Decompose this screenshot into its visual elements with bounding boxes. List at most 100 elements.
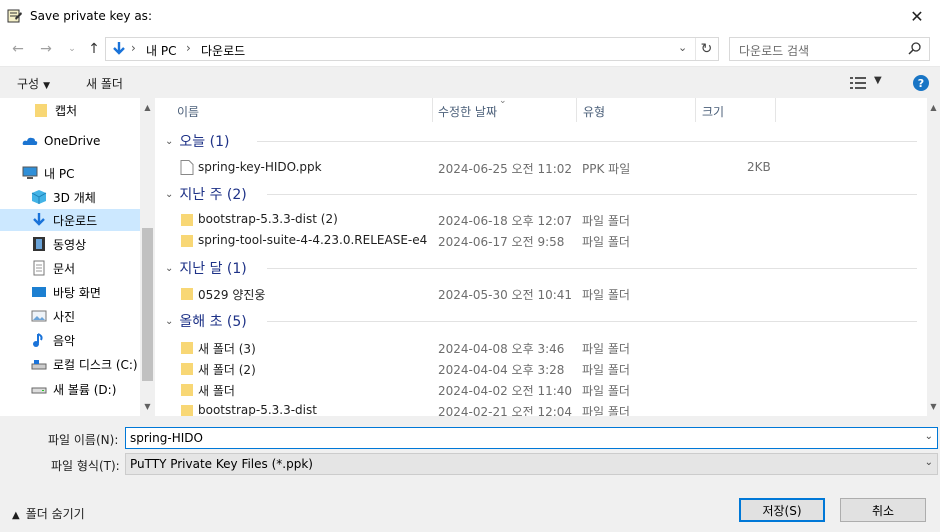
file-date: 2024-06-18 오후 12:07 [438,214,573,228]
recent-locations-button[interactable]: ⌄ [62,39,82,59]
sidebar-item-volume-d[interactable]: 새 볼륨 (D:) [0,378,140,400]
column-header-date[interactable]: 수정한 날짜 [438,98,497,122]
file-type: 파일 폴더 [582,384,630,398]
close-button[interactable]: ✕ [894,0,940,32]
group-divider [267,321,917,322]
cancel-button[interactable]: 취소 [840,498,926,522]
search-box[interactable]: 다운로드 검색 [729,37,930,61]
filename-value: spring-HIDO [130,431,203,445]
drive-icon [31,360,47,370]
group-header-last-month[interactable]: ⌄ 지난 달 (1) [165,257,247,279]
list-item[interactable]: 새 폴더 (3) 2024-04-08 오후 3:46 파일 폴더 [177,337,917,358]
forward-button[interactable]: → [36,39,56,59]
chevron-up-icon: ▲ [12,510,20,521]
breadcrumb-separator-icon: › [186,41,191,55]
title-bar: Save private key as: ✕ [0,0,940,32]
scroll-up-icon[interactable]: ▲ [928,103,939,112]
window-title: Save private key as: [30,9,152,23]
sidebar-item-label: 캡처 [55,103,78,118]
search-icon [908,42,921,55]
sidebar-item-local-disk-c[interactable]: 로컬 디스크 (C:) [0,353,140,375]
scroll-up-icon[interactable]: ▲ [142,103,153,112]
sidebar-item-label: 바탕 화면 [53,285,101,300]
file-date: 2024-04-04 오후 3:28 [438,363,565,377]
sidebar-item-music[interactable]: 음악 [0,329,140,351]
address-dropdown-icon[interactable]: ⌄ [678,41,692,54]
scroll-down-icon[interactable]: ▼ [142,402,153,411]
filetype-select[interactable]: PuTTY Private Key Files (*.ppk) ⌄ [125,453,938,475]
column-header-type[interactable]: 유형 [583,98,605,122]
file-icon [180,160,194,175]
file-date: 2024-05-30 오전 10:41 [438,288,573,302]
view-options-icon[interactable] [850,76,866,90]
sidebar-scrollbar[interactable]: ▲ ▼ [140,98,155,416]
sidebar-scroll-thumb[interactable] [142,228,153,381]
list-item[interactable]: spring-key-HIDO.ppk 2024-06-25 오전 11:02 … [177,157,917,178]
column-divider[interactable] [775,98,776,122]
breadcrumb-downloads[interactable]: 다운로드 [201,42,245,59]
column-divider[interactable] [576,98,577,122]
music-icon [33,333,43,347]
file-type: 파일 폴더 [582,363,630,377]
hide-folders-button[interactable]: ▲ 폴더 숨기기 [12,505,85,522]
sidebar-item-videos[interactable]: 동영상 [0,233,140,255]
list-item[interactable]: bootstrap-5.3.3-dist 2024-02-21 오전 12:04… [177,400,917,416]
sidebar-item-desktop[interactable]: 바탕 화면 [0,281,140,303]
new-folder-button[interactable]: 새 폴더 [86,75,123,92]
sidebar-item-onedrive[interactable]: OneDrive [0,130,140,152]
organize-button[interactable]: 구성 ▼ [17,75,50,92]
refresh-button[interactable]: ↻ [695,38,717,60]
sidebar-item-captures[interactable]: 캡처 [0,99,140,121]
file-name: 새 폴더 (3) [198,342,256,356]
sidebar-item-label: 동영상 [53,237,87,252]
file-date: 2024-02-21 오전 12:04 [438,405,573,416]
column-header-name[interactable]: 이름 [177,98,199,122]
help-icon[interactable]: ? [913,75,929,91]
scroll-down-icon[interactable]: ▼ [928,402,939,411]
list-item[interactable]: 0529 양진웅 2024-05-30 오전 10:41 파일 폴더 [177,283,917,304]
sidebar-item-pictures[interactable]: 사진 [0,305,140,327]
sidebar-item-documents[interactable]: 문서 [0,257,140,279]
filename-label: 파일 이름(N): [48,433,119,447]
save-button[interactable]: 저장(S) [739,498,825,522]
sidebar-item-3d-objects[interactable]: 3D 개체 [0,186,140,208]
list-item[interactable]: 새 폴더 (2) 2024-04-04 오후 3:28 파일 폴더 [177,358,917,379]
drive-icon [31,387,47,394]
group-header-last-week[interactable]: ⌄ 지난 주 (2) [165,183,247,205]
sidebar-item-my-pc[interactable]: 내 PC [0,162,140,184]
view-dropdown-icon[interactable]: ▼ [874,75,882,86]
chevron-down-icon[interactable]: ⌄ [925,431,933,442]
sidebar-item-label: 내 PC [44,166,75,181]
file-name: bootstrap-5.3.3-dist [198,403,317,416]
column-header-size[interactable]: 크기 [702,98,724,122]
sidebar-item-label: 새 볼륨 (D:) [53,382,117,397]
cube-icon [31,190,47,204]
group-header-today[interactable]: ⌄ 오늘 (1) [165,130,229,152]
column-divider[interactable] [432,98,433,122]
folder-icon [181,363,193,375]
address-bar[interactable]: › 내 PC › 다운로드 ⌄ ↻ [105,37,719,61]
up-button[interactable]: ↑ [84,39,104,59]
organize-label: 구성 [17,77,40,91]
group-label: 지난 달 (1) [179,261,247,277]
list-item[interactable]: bootstrap-5.3.3-dist (2) 2024-06-18 오후 1… [177,209,917,230]
file-type: PPK 파일 [582,162,631,176]
group-label: 지난 주 (2) [179,187,247,203]
file-list-scrollbar[interactable]: ▲ ▼ [927,98,940,416]
file-date: 2024-04-08 오후 3:46 [438,342,565,356]
file-date: 2024-04-02 오전 11:40 [438,384,573,398]
file-name: bootstrap-5.3.3-dist (2) [198,212,338,226]
group-divider [267,194,917,195]
group-divider [267,268,917,269]
file-date: 2024-06-17 오전 9:58 [438,235,565,249]
list-item[interactable]: 새 폴더 2024-04-02 오전 11:40 파일 폴더 [177,379,917,400]
column-divider[interactable] [695,98,696,122]
list-item[interactable]: spring-tool-suite-4-4.23.0.RELEASE-e4.3.… [177,230,917,251]
filename-input[interactable]: spring-HIDO ⌄ [125,427,938,449]
breadcrumb-my-pc[interactable]: 내 PC [146,42,176,59]
sidebar-item-downloads[interactable]: 다운로드 [0,209,140,231]
folder-icon [181,214,193,226]
group-header-earlier-this-year[interactable]: ⌄ 올해 초 (5) [165,310,247,332]
refresh-icon: ↻ [700,41,713,57]
back-button[interactable]: ← [8,39,28,59]
